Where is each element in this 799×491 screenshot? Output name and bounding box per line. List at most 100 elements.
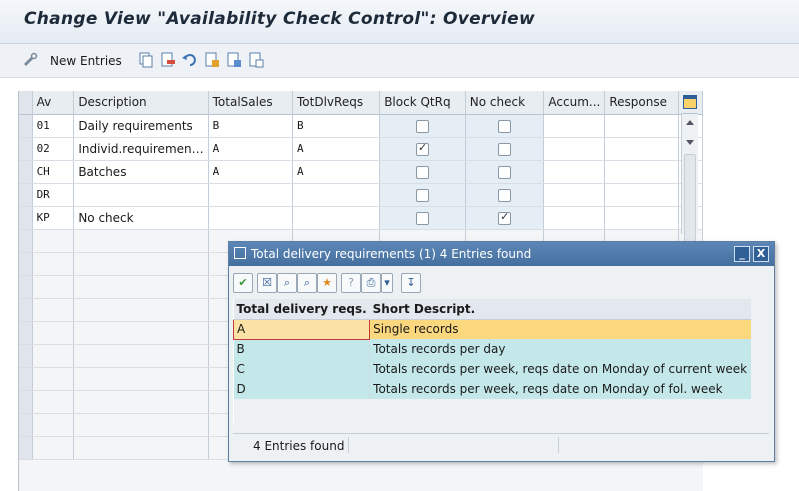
list-item[interactable]: A Single records <box>232 318 751 340</box>
cell-block-qtrq[interactable] <box>379 137 466 161</box>
cell-no-check[interactable] <box>465 137 545 161</box>
table-row[interactable]: 01 Daily requirements B B <box>19 114 704 138</box>
entry-description[interactable]: Totals records per day <box>369 339 751 359</box>
block-qtrq-checkbox[interactable] <box>415 119 429 133</box>
cell-response[interactable] <box>604 114 679 138</box>
display-change-icon[interactable] <box>22 52 38 68</box>
row-selector[interactable] <box>19 137 33 161</box>
block-qtrq-checkbox[interactable] <box>415 211 429 225</box>
row-selector[interactable] <box>19 114 33 138</box>
close-button[interactable]: X <box>753 246 769 262</box>
new-entries-button[interactable]: New Entries <box>50 54 122 68</box>
find-next-icon[interactable]: ⌕ <box>297 273 317 293</box>
cell-response[interactable] <box>604 137 679 161</box>
cell-totdlvreqs[interactable]: A <box>292 137 381 161</box>
table-row[interactable]: CH Batches A A <box>19 160 704 184</box>
list-header-total-delivery-reqs[interactable]: Total delivery reqs. <box>233 299 370 320</box>
block-qtrq-checkbox[interactable] <box>415 165 429 179</box>
cancel-icon[interactable]: ☒ <box>257 273 277 293</box>
list-item[interactable]: C Totals records per week, reqs date on … <box>233 359 751 379</box>
cell-no-check[interactable] <box>465 114 545 138</box>
select-block-icon[interactable] <box>226 52 242 68</box>
help-icon[interactable]: ? <box>341 273 361 293</box>
entry-key[interactable]: C <box>233 359 371 379</box>
entry-key[interactable]: D <box>233 379 371 399</box>
table-row[interactable]: 02 Individ.requiremen… A A <box>19 137 704 161</box>
cell-block-qtrq[interactable] <box>379 183 466 207</box>
undo-icon[interactable] <box>182 52 198 68</box>
no-check-checkbox[interactable] <box>498 188 512 202</box>
entry-key[interactable]: B <box>233 339 371 359</box>
select-all-icon[interactable] <box>204 52 220 68</box>
table-row[interactable]: KP No check <box>19 206 704 230</box>
cell-accum[interactable] <box>543 160 606 184</box>
list-item[interactable]: D Totals records per week, reqs date on … <box>233 379 751 399</box>
delete-icon[interactable] <box>160 52 176 68</box>
copy-icon[interactable] <box>138 52 154 68</box>
list-header-short-descript[interactable]: Short Descript. <box>369 299 751 320</box>
entry-description[interactable]: Totals records per week, reqs date on Mo… <box>369 359 751 379</box>
no-check-checkbox[interactable] <box>498 210 512 225</box>
cell-no-check[interactable] <box>465 183 545 207</box>
column-header-block-qtrq[interactable]: Block QtRq <box>379 91 466 115</box>
block-qtrq-checkbox[interactable] <box>415 188 429 202</box>
cell-accum[interactable] <box>543 137 606 161</box>
column-header-accum[interactable]: Accum... <box>543 91 606 115</box>
column-header-totdlvreqs[interactable]: TotDlvReqs <box>292 91 381 115</box>
dialog-title-bar[interactable]: Total delivery requirements (1) 4 Entrie… <box>229 242 774 266</box>
no-check-checkbox[interactable] <box>498 165 512 179</box>
list-item[interactable]: B Totals records per day <box>233 339 751 359</box>
column-header-no-check[interactable]: No check <box>465 91 545 115</box>
column-header-totalsales[interactable]: TotalSales <box>208 91 294 115</box>
deselect-all-icon[interactable] <box>248 52 264 68</box>
cell-response[interactable] <box>604 183 679 207</box>
entry-description[interactable]: Single records <box>369 319 751 339</box>
find-icon[interactable]: ⌕ <box>277 273 297 293</box>
cell-totalsales[interactable] <box>208 206 294 230</box>
scroll-down-icon[interactable] <box>686 140 694 145</box>
scroll-thumb[interactable] <box>684 154 696 244</box>
confirm-icon[interactable]: ✔ <box>233 273 253 293</box>
technical-info-icon[interactable]: ↧ <box>401 273 421 293</box>
row-selector[interactable] <box>19 160 33 184</box>
cell-totdlvreqs[interactable] <box>292 206 381 230</box>
column-header-av[interactable]: Av <box>32 91 75 115</box>
cell-totalsales[interactable] <box>208 183 294 207</box>
block-qtrq-checkbox[interactable] <box>415 141 429 156</box>
cell-block-qtrq[interactable] <box>379 160 466 184</box>
table-row[interactable]: DR <box>19 183 704 207</box>
cell-totalsales[interactable]: B <box>208 114 294 138</box>
entry-key[interactable]: A <box>232 318 371 340</box>
cell-block-qtrq[interactable] <box>379 206 466 230</box>
cell-accum[interactable] <box>543 206 606 230</box>
scroll-up-icon[interactable] <box>686 120 694 125</box>
table-settings-button[interactable] <box>681 91 698 114</box>
no-check-checkbox[interactable] <box>498 119 512 133</box>
row-selector[interactable] <box>19 183 33 207</box>
cell-accum[interactable] <box>543 183 606 207</box>
cell-no-check[interactable] <box>465 160 545 184</box>
cell-totdlvreqs[interactable] <box>292 183 381 207</box>
select-all-column-header[interactable] <box>19 91 33 115</box>
minimize-button[interactable]: _ <box>734 246 750 262</box>
row-selector[interactable] <box>19 206 33 230</box>
cell-response[interactable] <box>604 160 679 184</box>
cell-block-qtrq[interactable] <box>379 114 466 138</box>
cell-no-check[interactable] <box>465 206 545 230</box>
cell-totalsales[interactable]: A <box>208 137 294 161</box>
print-icon[interactable]: ⎙ <box>361 273 381 293</box>
cell-av: KP <box>32 206 75 230</box>
cell-totdlvreqs[interactable]: B <box>292 114 381 138</box>
favorites-icon[interactable]: ★ <box>317 273 337 293</box>
cell-totdlvreqs[interactable]: A <box>292 160 381 184</box>
column-header-response[interactable]: Response <box>604 91 679 115</box>
cell-accum[interactable] <box>543 114 606 138</box>
column-header-description[interactable]: Description <box>73 91 209 115</box>
cell-response[interactable] <box>604 206 679 230</box>
cell-totalsales[interactable]: A <box>208 160 294 184</box>
print-dropdown-icon[interactable]: ▾ <box>381 273 393 293</box>
vertical-scrollbar[interactable] <box>681 114 698 244</box>
cell-description: No check <box>73 206 209 230</box>
no-check-checkbox[interactable] <box>498 142 512 156</box>
entry-description[interactable]: Totals records per week, reqs date on Mo… <box>369 379 751 399</box>
